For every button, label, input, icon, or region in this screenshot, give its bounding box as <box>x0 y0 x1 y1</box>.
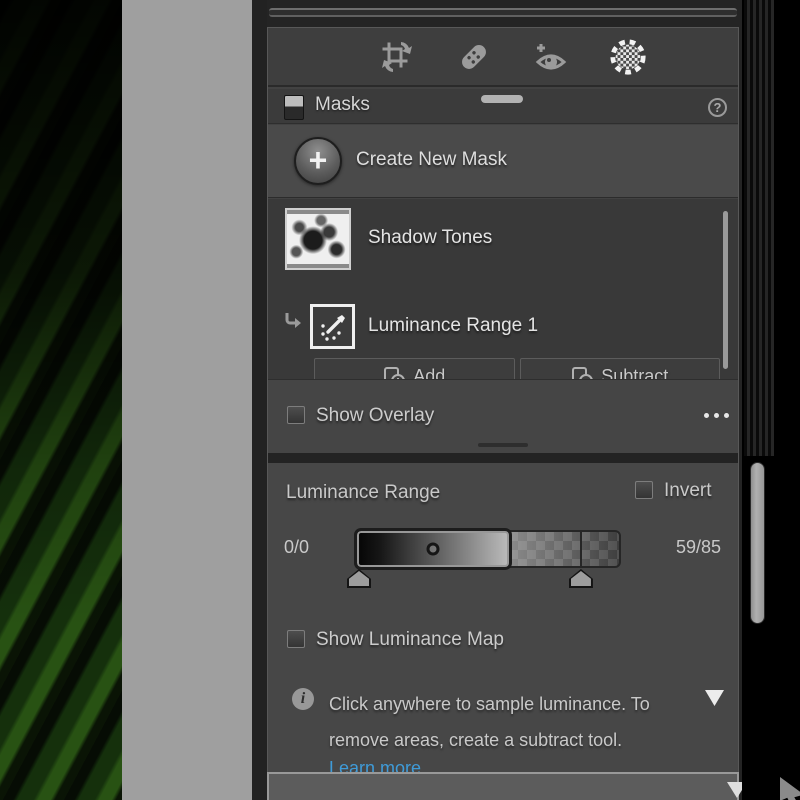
mask-thumbnail-shadow-tones[interactable] <box>285 208 351 270</box>
mask-component-label[interactable]: Luminance Range 1 <box>368 315 538 337</box>
crop-rotate-tool-button[interactable] <box>378 38 416 76</box>
invert-label: Invert <box>664 480 712 502</box>
mask-list-scrollbar[interactable] <box>723 211 728 369</box>
show-luminance-map-label: Show Luminance Map <box>316 629 504 651</box>
info-text: Click anywhere to sample luminance. To r… <box>329 686 677 758</box>
invert-checkbox[interactable] <box>635 481 653 499</box>
slider-handle-left[interactable] <box>347 569 371 588</box>
slider-handle-right[interactable] <box>569 569 593 588</box>
panel-scrollbar-thumb[interactable] <box>750 462 765 624</box>
help-icon[interactable]: ? <box>708 98 727 117</box>
healing-bandaid-icon <box>456 39 492 75</box>
masking-panel: Masks ? + Create New Mask Shadow Tones <box>267 27 739 772</box>
section-divider <box>268 453 738 463</box>
slider-falloff-fade <box>501 532 619 566</box>
luminance-eyedropper-icon <box>318 312 348 342</box>
mask-item-label[interactable]: Shadow Tones <box>368 227 492 249</box>
plus-icon[interactable]: + <box>294 137 342 185</box>
show-overlay-row: Show Overlay <box>268 379 738 453</box>
create-new-mask-label: Create New Mask <box>356 149 507 171</box>
lightroom-develop-right-rail: Masks ? + Create New Mask Shadow Tones <box>0 0 800 800</box>
panel-edge-gap <box>252 0 267 800</box>
right-panel-column: Masks ? + Create New Mask Shadow Tones <box>267 0 742 800</box>
section-drag-handle[interactable] <box>478 443 528 447</box>
next-panel-header[interactable] <box>267 772 739 800</box>
slider-low-value: 0/0 <box>284 537 340 558</box>
child-component-arrow-icon <box>284 312 302 328</box>
luminance-slider-bar[interactable] <box>354 528 621 570</box>
collapsed-panel-strip[interactable] <box>269 8 737 17</box>
mask-glyph-icon <box>284 95 304 120</box>
photo-canvas[interactable] <box>0 0 122 800</box>
slider-center-knob[interactable] <box>426 543 439 556</box>
tool-strip <box>268 28 738 87</box>
mask-thumbnail-luminance-range[interactable] <box>310 304 355 349</box>
masking-icon <box>609 37 647 77</box>
masks-panel-header[interactable]: Masks ? <box>268 89 738 124</box>
show-luminance-map-checkbox[interactable] <box>287 630 305 648</box>
slider-high-value: 59/85 <box>676 537 732 558</box>
masks-panel-title: Masks <box>315 94 370 116</box>
luminance-range-title: Luminance Range <box>286 482 440 504</box>
more-options-icon[interactable] <box>704 413 729 418</box>
scrollbar-track-texture <box>744 0 774 456</box>
info-icon: i <box>292 688 314 710</box>
masking-tool-button[interactable] <box>609 38 647 76</box>
window-edge-strip <box>742 0 800 800</box>
luminance-range-section: Luminance Range Invert 0/0 59/85 <box>268 463 738 772</box>
mask-list: Shadow Tones <box>268 199 738 379</box>
panel-gutter <box>122 0 252 800</box>
slider-core-range[interactable] <box>354 528 512 570</box>
panel-drag-handle[interactable] <box>481 95 523 103</box>
create-new-mask-row[interactable]: + Create New Mask <box>268 125 738 198</box>
slider-falloff-divider[interactable] <box>580 532 582 566</box>
show-overlay-label: Show Overlay <box>316 405 434 427</box>
red-eye-tool-button[interactable] <box>532 38 570 76</box>
luminance-slider[interactable] <box>354 521 621 583</box>
red-eye-icon <box>532 38 570 76</box>
crop-rotate-icon <box>379 39 415 75</box>
healing-tool-button[interactable] <box>455 38 493 76</box>
show-overlay-checkbox[interactable] <box>287 406 305 424</box>
info-collapse-triangle-icon[interactable] <box>705 690 724 706</box>
